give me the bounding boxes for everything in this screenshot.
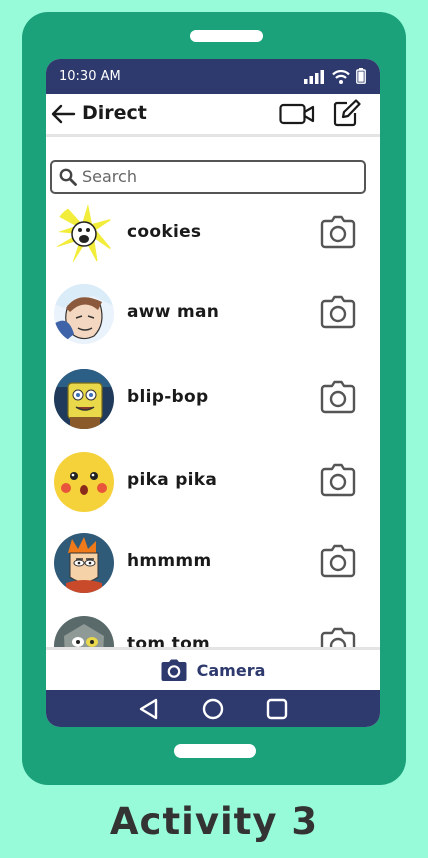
compose-icon[interactable]	[333, 99, 361, 127]
status-bar: 10:30 AM	[46, 59, 380, 94]
avatar[interactable]	[54, 369, 114, 429]
avatar[interactable]	[54, 284, 114, 344]
conversation-row[interactable]: aww man	[46, 282, 380, 346]
camera-icon[interactable]	[320, 215, 356, 249]
video-camera-icon[interactable]	[279, 102, 315, 126]
camera-icon[interactable]	[320, 380, 356, 414]
wifi-icon	[332, 70, 350, 84]
search-input[interactable]	[82, 166, 352, 186]
conversation-list: cookies aww man blip-bop pika pika hmmmm…	[46, 202, 380, 648]
camera-icon	[161, 659, 187, 681]
camera-icon[interactable]	[320, 295, 356, 329]
avatar[interactable]	[54, 204, 114, 264]
nav-home-icon[interactable]	[202, 698, 224, 720]
system-icons	[304, 68, 366, 84]
nav-recents-icon[interactable]	[266, 698, 288, 720]
phone-speaker	[190, 30, 263, 42]
conversation-name: tom tom	[127, 634, 211, 648]
conversation-row[interactable]: pika pika	[46, 450, 380, 514]
conversation-name: hmmmm	[127, 551, 212, 571]
search-bar[interactable]	[50, 160, 366, 194]
camera-icon[interactable]	[320, 544, 356, 578]
phone-frame: 10:30 AM Direct Search cookies aww man b…	[22, 12, 406, 785]
conversation-name: blip-bop	[127, 387, 209, 407]
phone-screen: 10:30 AM Direct Search cookies aww man b…	[46, 59, 380, 727]
conversation-name: aww man	[127, 302, 220, 322]
activity-caption: Activity 3	[109, 800, 319, 843]
back-arrow-icon[interactable]	[50, 103, 76, 125]
phone-home-pill	[174, 744, 256, 758]
conversation-name: cookies	[127, 222, 202, 242]
conversation-row[interactable]: hmmmm	[46, 531, 380, 595]
conversation-row[interactable]: blip-bop	[46, 367, 380, 431]
signal-icon	[304, 70, 324, 84]
avatar[interactable]	[54, 452, 114, 512]
conversation-row[interactable]: tom tom	[46, 614, 380, 648]
status-time: 10:30 AM	[59, 69, 121, 84]
app-bar: Direct	[46, 94, 380, 137]
battery-icon	[356, 68, 366, 84]
android-nav-bar	[46, 690, 380, 727]
nav-back-icon[interactable]	[138, 698, 160, 720]
camera-icon[interactable]	[320, 463, 356, 497]
camera-button[interactable]: Camera	[46, 650, 380, 690]
camera-label: Camera	[196, 660, 266, 680]
avatar[interactable]	[54, 533, 114, 593]
page-title: Direct	[82, 102, 147, 124]
camera-icon[interactable]	[320, 627, 356, 648]
search-icon	[59, 168, 77, 186]
conversation-name: pika pika	[127, 470, 218, 490]
avatar[interactable]	[54, 616, 114, 648]
conversation-row[interactable]: cookies	[46, 202, 380, 266]
